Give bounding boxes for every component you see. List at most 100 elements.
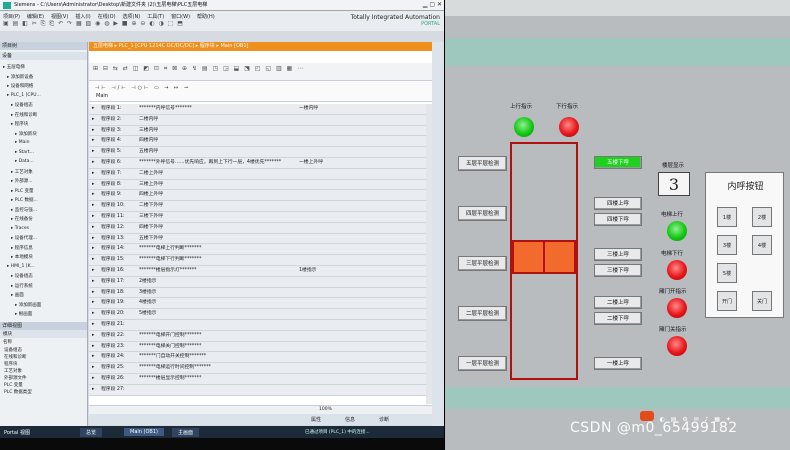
tree-item[interactable]: ▸ Data... — [15, 159, 34, 164]
network-row[interactable]: ▸ 程序段 19: 4楼指示 — [89, 298, 426, 310]
tree-item[interactable]: ▸ 设备和网络 — [7, 83, 33, 89]
network-row[interactable]: ▸ 程序段 22: *******电梯开门控制******* — [89, 330, 426, 342]
network-row[interactable]: ▸ 程序段 9: 四楼上外呼 — [89, 190, 426, 202]
tree-item[interactable]: ▸ 设备代理... — [11, 235, 37, 241]
network-row[interactable]: ▸ 程序段 3: 三楼内呼 — [89, 125, 426, 137]
network-row[interactable]: ▸ 程序段 24: *******门自动开关控制******* — [89, 352, 426, 364]
tree-item[interactable]: ▸ 程序信息 — [11, 245, 33, 251]
tree-item[interactable]: ▸ 程序块 — [11, 121, 28, 127]
network-expand-icon[interactable]: ▸ — [92, 234, 94, 244]
tree-item[interactable]: ▸ PLC_1 [CPU... — [7, 93, 41, 98]
network-expand-icon[interactable]: ▸ — [92, 331, 94, 341]
network-expand-icon[interactable]: ▸ — [92, 255, 94, 265]
network-row[interactable]: ▸ 程序段 7: 二楼上外呼 — [89, 168, 426, 180]
tree-item[interactable]: ▸ 根画面 — [15, 311, 32, 317]
tree-item[interactable]: ▸ PLC 变量 — [11, 188, 33, 194]
details-item[interactable]: 工艺对象 — [0, 367, 87, 374]
network-expand-icon[interactable]: ▸ — [92, 190, 94, 200]
floor-sensor-button[interactable]: 四层平层检测 — [458, 206, 507, 221]
outside-call-button[interactable]: 四楼下呼 — [594, 213, 642, 226]
details-item[interactable]: 外部源文件 — [0, 374, 87, 381]
inner-call-button[interactable]: 4楼 — [752, 235, 772, 255]
network-expand-icon[interactable]: ▸ — [92, 158, 94, 168]
floor-sensor-button[interactable]: 一层平层检测 — [458, 356, 507, 371]
outside-call-button[interactable]: 一楼上呼 — [594, 357, 642, 370]
tree-item[interactable]: ▸ 设备组态 — [11, 273, 33, 279]
network-row[interactable]: ▸ 程序段 4: 四楼内呼 — [89, 136, 426, 148]
network-row[interactable]: ▸ 程序段 17: 2楼指示 — [89, 276, 426, 288]
overview-tab[interactable]: 总览 — [80, 428, 103, 437]
network-row[interactable]: ▸ 程序段 27: — [89, 384, 426, 396]
network-expand-icon[interactable]: ▸ — [92, 104, 94, 114]
network-expand-icon[interactable]: ▸ — [92, 180, 94, 190]
network-row[interactable]: ▸ 程序段 20: 5楼指示 — [89, 309, 426, 320]
editor-tool-icons[interactable]: ⊞ ⊟ ⇆ ⇄ ◫ ◩ ⊡ ⌗ ⊠ ⊕ ↯ ▤ ◳ ◲ ⬓ ⬔ ◰ ◱ ▥ ▦ … — [89, 63, 433, 75]
tree-item[interactable]: ▸ Traces — [11, 226, 29, 231]
network-expand-icon[interactable]: ▸ — [92, 115, 94, 125]
tree-item[interactable]: ▸ 添加新块 — [15, 131, 37, 137]
inner-call-button[interactable]: 关门 — [752, 291, 772, 311]
root-screen-tab[interactable]: 主画面 — [172, 428, 200, 437]
network-row[interactable]: ▸ 程序段 14: *******电梯上行判断******* — [89, 244, 426, 256]
tree-item[interactable]: ▸ PLC 数据... — [11, 197, 38, 203]
network-row[interactable]: ▸ 程序段 23: *******电梯关门控制******* — [89, 341, 426, 353]
tree-item[interactable]: ▸ Main — [15, 140, 29, 145]
network-row[interactable]: ▸ 程序段 6: *******外呼信号……优先响应，再到上下行一层，4楼优先**… — [89, 157, 426, 169]
tree-item[interactable]: ▸ 添加新设备 — [7, 74, 33, 80]
tree-item[interactable]: ▸ HMI_1 [K... — [7, 264, 35, 269]
network-expand-icon[interactable]: ▸ — [92, 277, 94, 287]
outside-call-button[interactable]: 四楼上呼 — [594, 197, 642, 210]
network-expand-icon[interactable]: ▸ — [92, 363, 94, 373]
tree-item[interactable]: ▸ Start... — [15, 150, 34, 155]
floor-sensor-button[interactable]: 二层平层检测 — [458, 306, 507, 321]
menu-item[interactable]: 视图(V) — [51, 13, 68, 20]
network-expand-icon[interactable]: ▸ — [92, 288, 94, 298]
ladder-palette[interactable]: ⊣⊢ ⊣/⊢ ⊣○⊢ ▭ → ↦ ⊸ — [89, 82, 433, 102]
network-expand-icon[interactable]: ▸ — [92, 320, 94, 330]
network-row[interactable]: ▸ 程序段 16: *******楼层指示灯******* 1楼指示 — [89, 265, 426, 277]
network-row[interactable]: ▸ 程序段 2: 二楼内呼 — [89, 114, 426, 126]
network-expand-icon[interactable]: ▸ — [92, 223, 94, 233]
outside-call-button[interactable]: 三楼下呼 — [594, 264, 642, 277]
network-expand-icon[interactable]: ▸ — [92, 201, 94, 211]
details-tab[interactable]: 模块 — [0, 330, 87, 338]
floor-sensor-button[interactable]: 五层平层检测 — [458, 156, 507, 171]
network-expand-icon[interactable]: ▸ — [92, 298, 94, 308]
network-row[interactable]: ▸ 程序段 15: *******电梯下行判断******* — [89, 255, 426, 266]
inner-call-button[interactable]: 3楼 — [717, 235, 737, 255]
network-row[interactable]: ▸ 程序段 10: 二楼下外呼 — [89, 201, 426, 212]
tab-info[interactable]: 信息 — [345, 416, 355, 423]
inner-call-button[interactable]: 2楼 — [752, 207, 772, 227]
network-row[interactable]: ▸ 程序段 11: 三楼下外呼 — [89, 211, 426, 223]
network-expand-icon[interactable]: ▸ — [92, 244, 94, 254]
portal-view-button[interactable]: Portal 视图 — [4, 429, 30, 436]
tree-item[interactable]: ▸ 外部源... — [11, 178, 32, 184]
outside-call-button[interactable]: 二楼上呼 — [594, 296, 642, 309]
network-row[interactable]: ▸ 程序段 25: *******电梯运行时间控制******* — [89, 363, 426, 374]
inner-call-button[interactable]: 开门 — [717, 291, 737, 311]
tree-item[interactable]: ▸ 在线和诊断 — [11, 112, 37, 118]
network-row[interactable]: ▸ 程序段 12: 四楼下外呼 — [89, 222, 426, 234]
details-item[interactable]: PLC 变量 — [0, 381, 87, 388]
tree-item[interactable]: ▸ 运行系统 — [11, 283, 33, 289]
network-expand-icon[interactable]: ▸ — [92, 147, 94, 157]
inner-call-button[interactable]: 5楼 — [717, 263, 737, 283]
tree-item[interactable]: ▸ 添加新画面 — [15, 302, 41, 308]
task-cards-strip[interactable] — [432, 42, 444, 426]
devices-tab[interactable]: 设备 — [0, 52, 87, 60]
details-item[interactable]: 程序块 — [0, 360, 87, 367]
tab-properties[interactable]: 属性 — [311, 416, 321, 423]
details-item[interactable]: PLC 数据类型 — [0, 388, 87, 395]
network-expand-icon[interactable]: ▸ — [92, 266, 94, 276]
menu-item[interactable]: 编辑(E) — [27, 13, 44, 20]
network-expand-icon[interactable]: ▸ — [92, 126, 94, 136]
network-row[interactable]: ▸ 程序段 21: — [89, 319, 426, 331]
network-expand-icon[interactable]: ▸ — [92, 385, 94, 395]
menu-item[interactable]: 选项(N) — [123, 13, 141, 20]
menu-item[interactable]: 帮助(H) — [197, 13, 215, 20]
tree-item[interactable]: ▸ 五层电梯 — [3, 64, 25, 70]
editor-toolbar[interactable]: ⊞ ⊟ ⇆ ⇄ ◫ ◩ ⊡ ⌗ ⊠ ⊕ ↯ ▤ ◳ ◲ ⬓ ⬔ ◰ ◱ ▥ ▦ … — [89, 63, 433, 81]
outside-call-button[interactable]: 三楼上呼 — [594, 248, 642, 261]
network-row[interactable]: ▸ 程序段 18: 3楼指示 — [89, 287, 426, 299]
main-ob1-tab[interactable]: Main (OB1) — [124, 428, 164, 436]
